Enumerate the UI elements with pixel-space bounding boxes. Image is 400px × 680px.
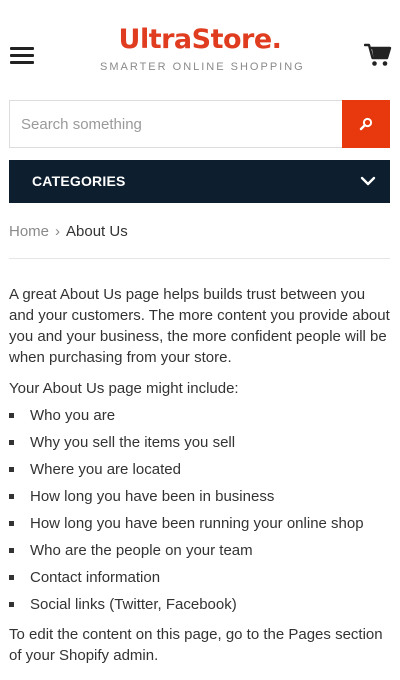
- chevron-down-icon: [360, 176, 376, 186]
- list-item: Who are the people on your team: [9, 540, 391, 567]
- search-button[interactable]: [342, 100, 390, 148]
- categories-dropdown[interactable]: CATEGORIES: [9, 160, 390, 203]
- list-item: How long you have been in business: [9, 486, 391, 513]
- list-item: Who you are: [9, 405, 391, 432]
- breadcrumb: Home › About Us: [9, 223, 128, 241]
- logo-tagline: SMARTER ONLINE SHOPPING: [100, 61, 305, 73]
- page-content: A great About Us page helps builds trust…: [9, 284, 391, 666]
- list-item: Where you are located: [9, 459, 391, 486]
- outro-paragraph: To edit the content on this page, go to …: [9, 626, 383, 664]
- breadcrumb-current: About Us: [66, 223, 128, 240]
- cart-icon[interactable]: [363, 42, 392, 68]
- breadcrumb-separator: ›: [55, 223, 61, 240]
- hamburger-menu-icon[interactable]: [10, 45, 34, 65]
- list-item: Social links (Twitter, Facebook): [9, 594, 391, 621]
- search-bar: [9, 100, 390, 148]
- categories-label: CATEGORIES: [32, 173, 126, 189]
- list-heading: Your About Us page might include:: [9, 380, 239, 397]
- divider: [9, 258, 390, 259]
- site-header: UltraStore. SMARTER ONLINE SHOPPING: [0, 0, 400, 92]
- store-logo[interactable]: UltraStore. SMARTER ONLINE SHOPPING: [100, 24, 305, 74]
- logo-name: UltraStore.: [118, 24, 282, 55]
- list-item: How long you have been running your onli…: [9, 513, 391, 540]
- suggestion-list: Who you are Why you sell the items you s…: [9, 405, 391, 621]
- list-item: Why you sell the items you sell: [9, 432, 391, 459]
- intro-paragraph: A great About Us page helps builds trust…: [9, 286, 390, 366]
- breadcrumb-home-link[interactable]: Home: [9, 223, 49, 240]
- search-icon: [359, 117, 373, 131]
- search-input[interactable]: [10, 101, 343, 147]
- list-item: Contact information: [9, 567, 391, 594]
